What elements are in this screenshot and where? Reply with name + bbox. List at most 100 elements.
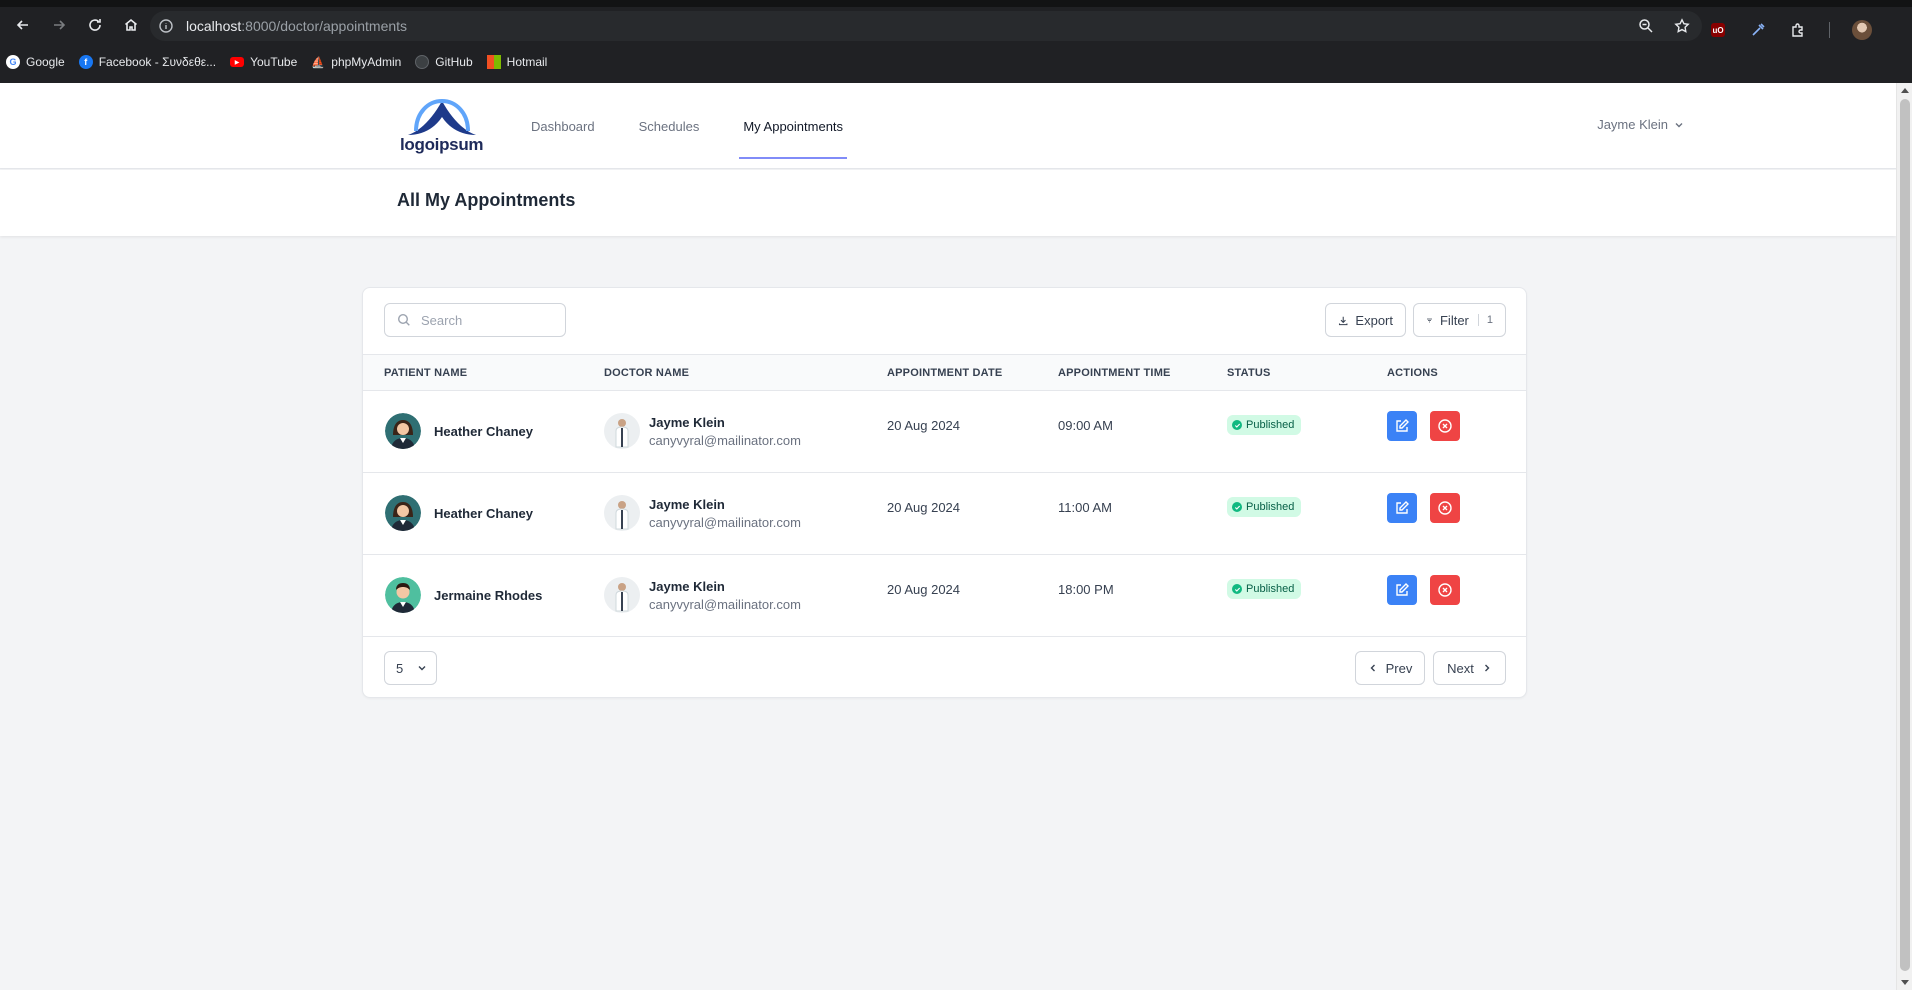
appointments-card: Export Filter 1 PATIENT NAME DOCTOR NAME… — [362, 287, 1527, 698]
patient-avatar-male — [385, 577, 421, 613]
export-button[interactable]: Export — [1325, 303, 1406, 337]
column-header-patient-name[interactable]: PATIENT NAME — [384, 367, 467, 379]
bookmark-github[interactable]: GitHub — [415, 55, 473, 69]
appointment-time: 11:00 AM — [1058, 500, 1112, 515]
close-circle-icon — [1438, 419, 1452, 433]
nav-link-my-appointments[interactable]: My Appointments — [739, 83, 847, 169]
bookmark-phpmyadmin[interactable]: ⛵ phpMyAdmin — [311, 55, 401, 69]
chevron-down-icon — [1675, 122, 1683, 127]
doctor-avatar — [604, 577, 640, 613]
chevron-left-icon — [1370, 664, 1375, 672]
facebook-icon: f — [78, 55, 93, 69]
browser-chrome: localhost:8000/doctor/appointments uO G … — [0, 0, 1912, 83]
page-title: All My Appointments — [397, 190, 576, 210]
filter-button[interactable]: Filter 1 — [1413, 303, 1506, 337]
user-menu[interactable]: Jayme Klein — [1597, 117, 1684, 132]
column-header-status: STATUS — [1227, 367, 1271, 379]
appointment-time: 18:00 PM — [1058, 582, 1114, 597]
user-name: Jayme Klein — [1597, 117, 1668, 132]
patient-name: Jermaine Rhodes — [434, 588, 543, 603]
address-bar[interactable]: localhost:8000/doctor/appointments — [150, 11, 1702, 41]
doctor-name: Jayme Klein — [649, 579, 725, 594]
back-icon[interactable] — [10, 12, 36, 38]
microsoft-icon — [486, 55, 501, 69]
close-circle-icon — [1438, 583, 1452, 597]
column-header-actions: ACTIONS — [1387, 367, 1438, 379]
scroll-down-icon[interactable] — [1901, 980, 1909, 985]
doctor-email: canyvyral@mailinator.com — [649, 597, 801, 612]
nav-link-schedules[interactable]: Schedules — [635, 83, 704, 169]
extensions-puzzle-icon[interactable] — [1789, 21, 1807, 39]
search-input[interactable] — [421, 312, 561, 328]
filter-count-badge: 1 — [1477, 314, 1493, 326]
check-circle-icon — [1232, 420, 1242, 430]
scroll-up-icon[interactable] — [1901, 88, 1909, 93]
edit-button[interactable] — [1387, 411, 1417, 441]
zoom-icon[interactable] — [1638, 18, 1654, 34]
toolbar-divider — [1829, 22, 1830, 38]
filter-icon — [1426, 318, 1432, 322]
table-row: Heather Chaney Jayme Klein canyvyral@mai… — [363, 473, 1526, 555]
delete-button[interactable] — [1430, 493, 1460, 523]
bookmark-google[interactable]: G Google — [6, 55, 65, 69]
bookmark-youtube[interactable]: ▶ YouTube — [230, 55, 297, 69]
doctor-name: Jayme Klein — [649, 497, 725, 512]
download-icon — [1338, 316, 1348, 325]
patient-name: Heather Chaney — [434, 506, 533, 521]
close-circle-icon — [1438, 501, 1452, 515]
forward-icon[interactable] — [46, 12, 72, 38]
edit-button[interactable] — [1387, 575, 1417, 605]
page-header: All My Appointments — [0, 170, 1896, 236]
table-header: PATIENT NAME DOCTOR NAME APPOINTMENT DAT… — [363, 354, 1526, 391]
edit-icon — [1396, 501, 1409, 514]
delete-button[interactable] — [1430, 411, 1460, 441]
chevron-right-icon — [1484, 664, 1490, 672]
nav-link-dashboard[interactable]: Dashboard — [527, 83, 599, 169]
page-scrollbar[interactable] — [1896, 83, 1912, 990]
prev-page-button[interactable]: Prev — [1355, 651, 1425, 685]
table-toolbar: Export Filter 1 — [363, 288, 1526, 354]
next-page-button[interactable]: Next — [1433, 651, 1506, 685]
bookmark-hotmail[interactable]: Hotmail — [486, 55, 547, 69]
search-box[interactable] — [384, 303, 566, 337]
check-circle-icon — [1232, 502, 1242, 512]
youtube-icon: ▶ — [230, 57, 245, 67]
appointment-date: 20 Aug 2024 — [887, 418, 961, 433]
bookmark-facebook[interactable]: f Facebook - Συνδεθε... — [78, 55, 216, 69]
address-row: localhost:8000/doctor/appointments uO — [0, 7, 1912, 43]
edit-icon — [1396, 419, 1409, 432]
phpmyadmin-icon: ⛵ — [311, 56, 326, 69]
eyedropper-extension-icon[interactable] — [1749, 21, 1767, 39]
profile-avatar[interactable] — [1852, 20, 1872, 40]
doctor-avatar — [604, 495, 640, 531]
appointment-time: 09:00 AM — [1058, 418, 1113, 433]
status-badge: Published — [1227, 415, 1302, 435]
appointment-date: 20 Aug 2024 — [887, 582, 961, 597]
edit-icon — [1396, 583, 1409, 596]
home-icon[interactable] — [118, 12, 144, 38]
ublock-extension-icon[interactable]: uO — [1709, 21, 1727, 39]
column-header-appointment-date[interactable]: APPOINTMENT DATE — [887, 367, 1002, 379]
doctor-email: canyvyral@mailinator.com — [649, 515, 801, 530]
doctor-avatar — [604, 413, 640, 449]
table-row: Jermaine Rhodes Jayme Klein canyvyral@ma… — [363, 555, 1526, 637]
logo-text[interactable]: logoipsum — [400, 135, 484, 155]
scroll-thumb[interactable] — [1900, 99, 1910, 971]
url-text: localhost:8000/doctor/appointments — [186, 18, 408, 34]
per-page-select[interactable]: 5 — [384, 651, 437, 685]
column-header-appointment-time[interactable]: APPOINTMENT TIME — [1058, 367, 1171, 379]
reload-icon[interactable] — [82, 12, 108, 38]
column-header-doctor-name[interactable]: DOCTOR NAME — [604, 367, 689, 379]
delete-button[interactable] — [1430, 575, 1460, 605]
site-info-icon[interactable] — [158, 18, 174, 34]
patient-avatar-female — [385, 413, 421, 449]
main-nav: Dashboard Schedules My Appointments — [527, 83, 847, 169]
chevron-down-icon — [418, 666, 426, 671]
top-navigation: logoipsum Dashboard Schedules My Appoint… — [0, 83, 1896, 169]
github-icon — [415, 55, 430, 69]
edit-button[interactable] — [1387, 493, 1417, 523]
doctor-name: Jayme Klein — [649, 415, 725, 430]
bookmark-star-icon[interactable] — [1674, 18, 1690, 34]
tab-strip — [0, 0, 1912, 7]
check-circle-icon — [1232, 584, 1242, 594]
